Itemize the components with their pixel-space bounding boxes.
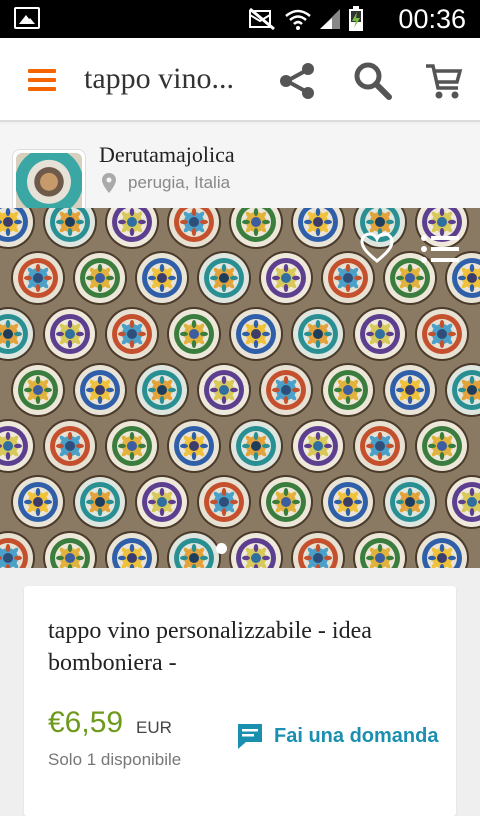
stopper-top [229,307,283,361]
app-title: tappo vino... [84,62,234,95]
stopper-top [105,307,159,361]
product-currency: EUR [136,718,172,737]
stopper-top [43,419,97,473]
stopper-top [197,363,251,417]
product-photo [0,208,480,568]
stopper-top [197,251,251,305]
list-icon[interactable] [420,234,460,264]
carousel-indicator[interactable] [216,543,227,554]
share-icon[interactable] [276,60,318,102]
stopper-top [321,475,375,529]
stopper-top [259,475,313,529]
shop-location-text: perugia, Italia [128,173,231,192]
stopper-top [383,475,437,529]
stopper-top [73,363,127,417]
status-time: 00:36 [398,4,466,34]
stopper-top [11,475,65,529]
stopper-top [259,363,313,417]
app-bar: tappo vino... [0,38,480,122]
stopper-top [167,419,221,473]
search-icon[interactable] [352,60,394,102]
stopper-top [291,419,345,473]
stopper-top [197,475,251,529]
shop-name[interactable]: Derutamajolica [99,142,235,168]
menu-icon[interactable] [28,69,56,91]
status-bar: 00:36 [0,0,480,38]
shop-header[interactable]: Derutamajolica perugia, Italia [0,124,480,221]
stopper-top [43,307,97,361]
battery-charging-icon [349,6,363,31]
stopper-top [353,419,407,473]
shop-location: perugia, Italia [102,173,230,193]
stopper-top [105,419,159,473]
stopper-top [291,307,345,361]
availability-text: Solo 1 disponibile [48,750,182,769]
stopper-top [415,307,469,361]
wifi-icon [285,9,311,30]
message-icon [238,724,262,749]
stopper-top [415,419,469,473]
stopper-top [229,419,283,473]
ask-question-button[interactable]: Fai una domanda [236,722,438,750]
stopper-top [259,251,313,305]
stopper-top [73,251,127,305]
product-image[interactable] [0,208,480,568]
heart-outline-icon[interactable] [360,232,394,264]
mute-icon [249,7,275,31]
signal-icon [320,9,340,29]
stopper-top [11,251,65,305]
stopper-top [167,307,221,361]
ask-question-label: Fai una domanda [274,724,439,747]
location-pin-icon [102,173,116,193]
cart-icon[interactable] [424,60,464,102]
stopper-top [135,251,189,305]
stopper-top [135,475,189,529]
stopper-top [353,307,407,361]
status-icons [248,6,364,32]
gallery-notification-icon [14,7,40,29]
stopper-top [321,363,375,417]
product-price: €6,59 [48,706,124,739]
stopper-top [135,363,189,417]
product-title: tappo vino personalizzabile - idea bombo… [48,618,372,676]
stopper-top [11,363,65,417]
stopper-top [73,475,127,529]
stopper-top [383,363,437,417]
